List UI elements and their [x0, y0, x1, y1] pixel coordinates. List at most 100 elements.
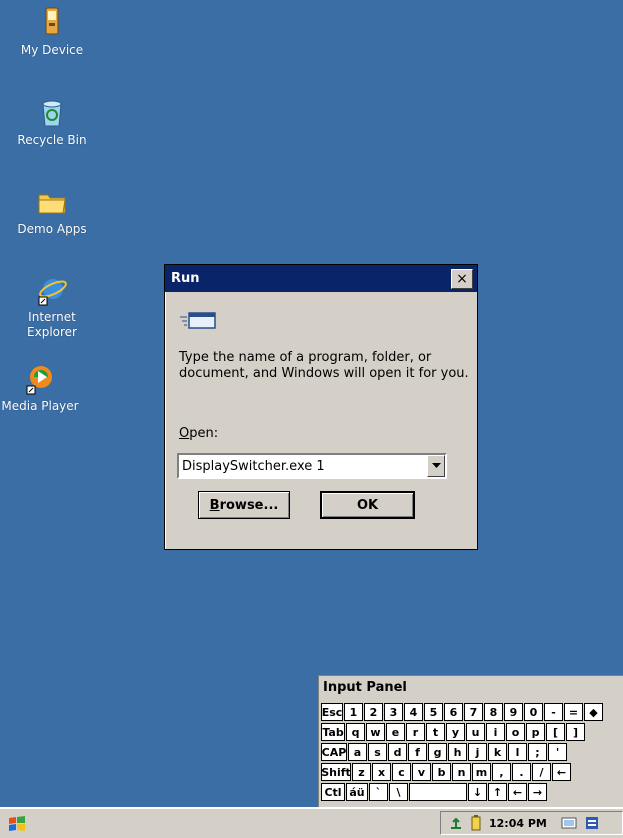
- key[interactable]: t: [426, 723, 445, 741]
- desktop-icon-label: My Device: [20, 43, 84, 57]
- key[interactable]: Ctl: [321, 783, 345, 801]
- key[interactable]: h: [448, 743, 467, 761]
- network-icon[interactable]: [449, 816, 463, 830]
- recycle-bin-icon: [35, 96, 69, 130]
- dialog-title: Run: [171, 271, 200, 286]
- key[interactable]: s: [368, 743, 387, 761]
- key[interactable]: [: [546, 723, 565, 741]
- key[interactable]: ;: [528, 743, 547, 761]
- keyboard-row: Tab q w e r t y u i o p[]: [321, 723, 604, 743]
- key[interactable]: q: [346, 723, 365, 741]
- ok-button[interactable]: OK: [320, 491, 415, 519]
- open-label-rest: pen:: [189, 426, 219, 441]
- media-player-icon: [23, 362, 57, 396]
- key[interactable]: `: [369, 783, 388, 801]
- dropdown-button[interactable]: [427, 455, 445, 477]
- key[interactable]: ◆: [584, 703, 603, 721]
- key[interactable]: v: [412, 763, 431, 781]
- key[interactable]: e: [386, 723, 405, 741]
- keyboard-row: Esc 1 2 3 4 5 6 7 8 9 0- = ◆: [321, 703, 604, 723]
- key[interactable]: 6: [444, 703, 463, 721]
- browse-button[interactable]: Browse...: [198, 491, 290, 519]
- key[interactable]: p: [526, 723, 545, 741]
- open-combobox[interactable]: [177, 453, 447, 479]
- internet-explorer-icon: [35, 273, 69, 307]
- keyboard-toggle-icon[interactable]: [585, 815, 599, 831]
- desktop-icon-internet-explorer[interactable]: Internet Explorer: [10, 273, 94, 340]
- key[interactable]: ←: [552, 763, 571, 781]
- key[interactable]: f: [408, 743, 427, 761]
- start-button[interactable]: [6, 813, 28, 835]
- clock[interactable]: 12:04 PM: [489, 817, 547, 830]
- key[interactable]: y: [446, 723, 465, 741]
- key[interactable]: .: [512, 763, 531, 781]
- input-panel-title: Input Panel: [323, 680, 407, 695]
- key[interactable]: d: [388, 743, 407, 761]
- desktop-icon-label: Recycle Bin: [17, 133, 87, 147]
- key[interactable]: c: [392, 763, 411, 781]
- key[interactable]: ': [548, 743, 567, 761]
- key[interactable]: x: [372, 763, 391, 781]
- key[interactable]: a: [348, 743, 367, 761]
- desktop-icon-media-player[interactable]: Media Player: [0, 362, 82, 414]
- key[interactable]: áü: [346, 783, 368, 801]
- key[interactable]: ↑: [488, 783, 507, 801]
- key[interactable]: w: [366, 723, 385, 741]
- chevron-down-icon: [431, 463, 441, 468]
- desktop-show-icon[interactable]: [561, 815, 579, 831]
- close-button[interactable]: ×: [451, 268, 473, 289]
- run-dialog: Run × Type the name of a program, folder…: [164, 264, 478, 550]
- key[interactable]: ]: [566, 723, 585, 741]
- device-icon: [35, 6, 69, 40]
- key[interactable]: u: [466, 723, 485, 741]
- desktop-icon-recycle-bin[interactable]: Recycle Bin: [10, 96, 94, 148]
- key[interactable]: 8: [484, 703, 503, 721]
- key[interactable]: 4: [404, 703, 423, 721]
- key[interactable]: 5: [424, 703, 443, 721]
- key[interactable]: ,: [492, 763, 511, 781]
- windows-flag-icon: [9, 816, 25, 831]
- key[interactable]: CAP: [321, 743, 347, 761]
- key[interactable]: z: [352, 763, 371, 781]
- key-space[interactable]: [409, 783, 467, 801]
- key[interactable]: o: [506, 723, 525, 741]
- input-panel: Input Panel Esc 1 2 3 4 5 6 7 8 9 0- = ◆ Tab q w e r t y u i o…: [318, 675, 623, 809]
- key[interactable]: l: [508, 743, 527, 761]
- key[interactable]: ↓: [468, 783, 487, 801]
- key[interactable]: 2: [364, 703, 383, 721]
- key[interactable]: =: [564, 703, 583, 721]
- desktop-icon-label: Demo Apps: [17, 222, 87, 236]
- key[interactable]: 9: [504, 703, 523, 721]
- key[interactable]: 3: [384, 703, 403, 721]
- key[interactable]: -: [544, 703, 563, 721]
- open-input[interactable]: [179, 458, 425, 474]
- key[interactable]: ←: [508, 783, 527, 801]
- dialog-description: Type the name of a program, folder, or d…: [179, 350, 469, 381]
- dialog-titlebar[interactable]: Run ×: [165, 265, 477, 292]
- desktop-icon-my-device[interactable]: My Device: [10, 6, 94, 58]
- key[interactable]: Tab: [321, 723, 345, 741]
- keyboard-row: CAP a s d f g h j k l; ': [321, 743, 604, 763]
- key[interactable]: b: [432, 763, 451, 781]
- keyboard-row: Shift z x c v b n m,. / ←: [321, 763, 604, 783]
- key[interactable]: →: [528, 783, 547, 801]
- key[interactable]: \: [389, 783, 408, 801]
- key[interactable]: r: [406, 723, 425, 741]
- open-label: Open:: [179, 426, 218, 441]
- key[interactable]: j: [468, 743, 487, 761]
- key[interactable]: g: [428, 743, 447, 761]
- key[interactable]: Esc: [321, 703, 343, 721]
- desktop-icon-demo-apps[interactable]: Demo Apps: [10, 185, 94, 237]
- battery-icon[interactable]: [469, 815, 483, 831]
- key[interactable]: Shift: [321, 763, 351, 781]
- key[interactable]: m: [472, 763, 491, 781]
- key[interactable]: /: [532, 763, 551, 781]
- key[interactable]: 0: [524, 703, 543, 721]
- key[interactable]: k: [488, 743, 507, 761]
- key[interactable]: i: [486, 723, 505, 741]
- browse-label-rest: rowse...: [219, 497, 279, 513]
- ok-label: OK: [356, 497, 379, 513]
- key[interactable]: n: [452, 763, 471, 781]
- key[interactable]: 1: [344, 703, 363, 721]
- key[interactable]: 7: [464, 703, 483, 721]
